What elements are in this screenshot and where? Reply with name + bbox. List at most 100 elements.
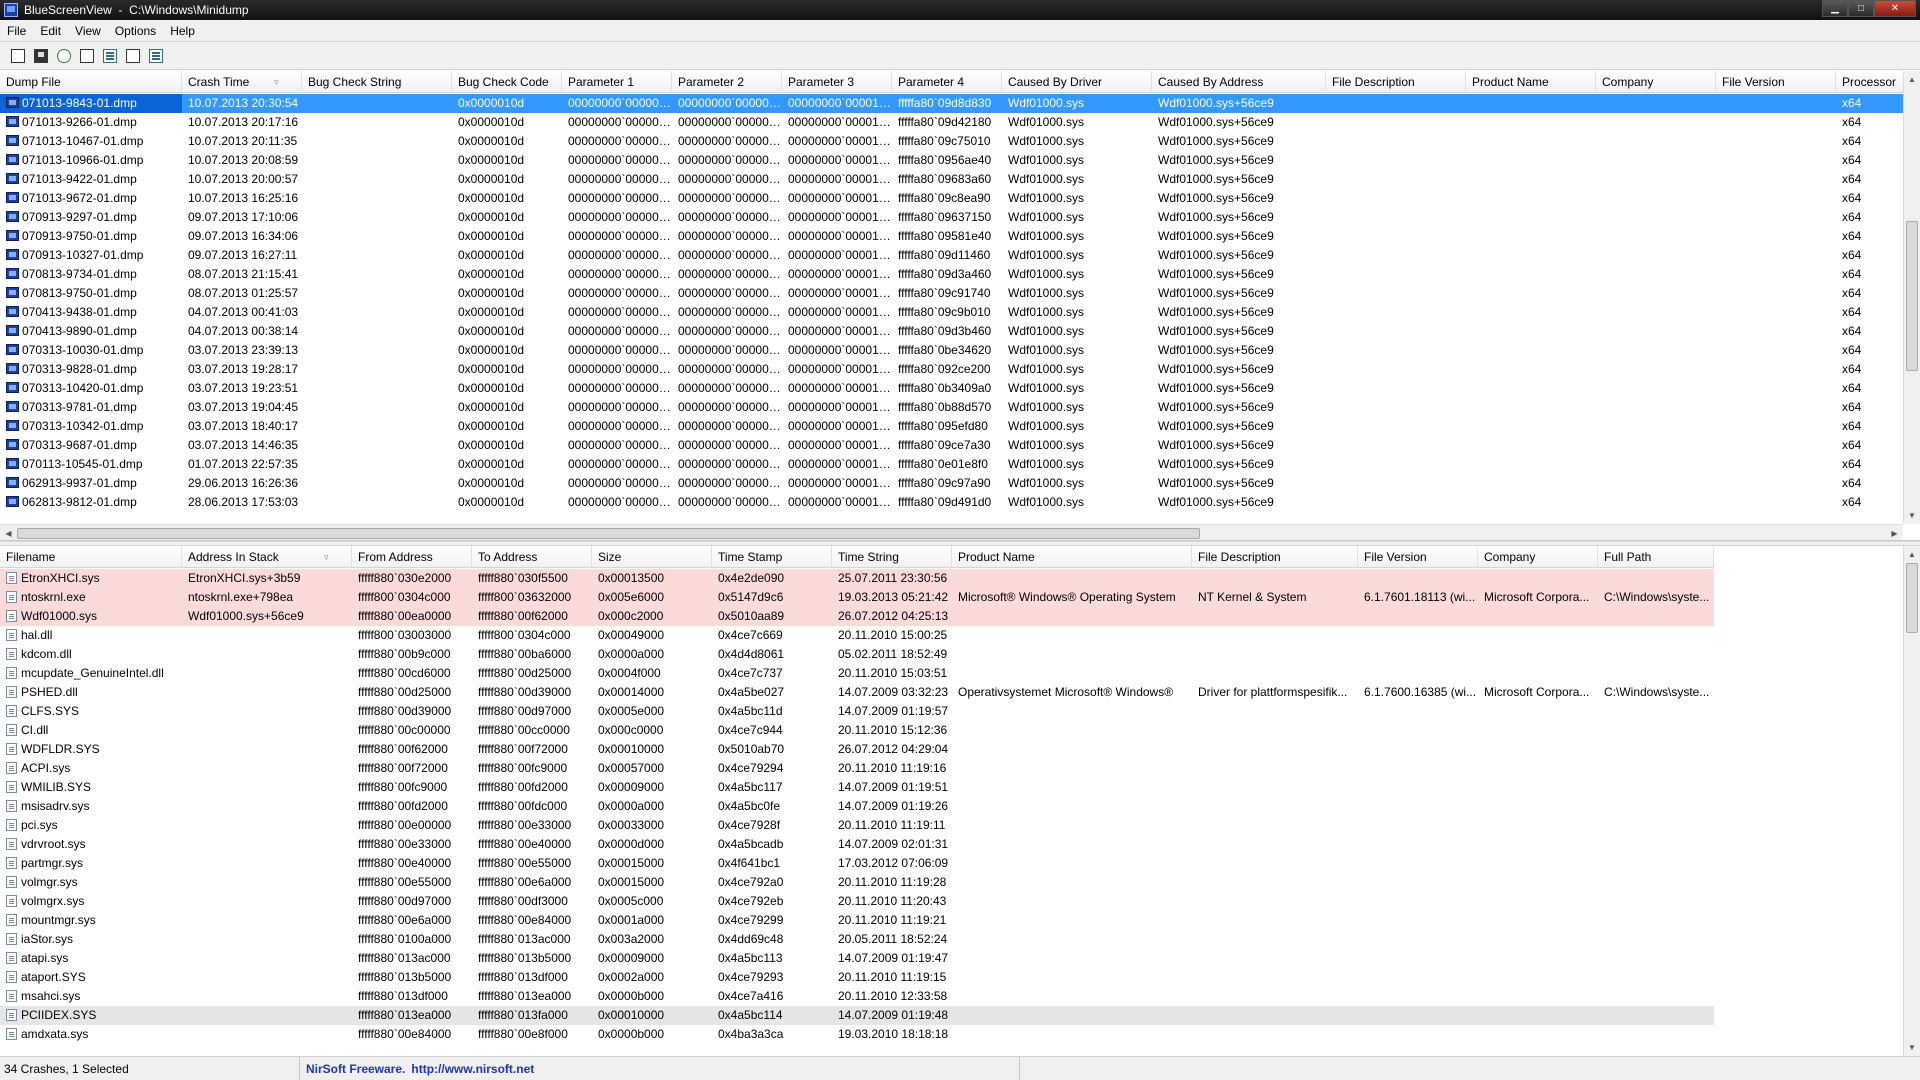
- nirsoft-url[interactable]: http://www.nirsoft.net: [411, 1062, 534, 1076]
- crash-row[interactable]: 071013-10966-01.dmp 10.07.2013 20:08:59 0x…: [0, 151, 1913, 170]
- module-row[interactable]: partmgr.sys fffff880`00e40000 fffff880`00e…: [0, 854, 1714, 873]
- maximize-button[interactable]: □: [1848, 0, 1874, 17]
- refresh-button[interactable]: [54, 46, 74, 66]
- column-header-caused-by-driver[interactable]: Caused By Driver: [1002, 71, 1152, 93]
- column-header-file-description[interactable]: File Description: [1326, 71, 1466, 93]
- properties-button[interactable]: [8, 46, 28, 66]
- column-header-processor[interactable]: Processor: [1836, 71, 1913, 93]
- column-header-product-name[interactable]: Product Name: [1466, 71, 1596, 93]
- scroll-right-icon[interactable]: ▶: [1886, 525, 1903, 540]
- scroll-up-icon[interactable]: ▲: [1904, 71, 1920, 88]
- scroll-down-icon[interactable]: ▼: [1904, 507, 1920, 524]
- copy-button[interactable]: [77, 46, 97, 66]
- column-header-time-stamp[interactable]: Time Stamp: [712, 546, 832, 568]
- column-header-dump-file[interactable]: Dump File: [0, 71, 182, 93]
- module-row[interactable]: volmgrx.sys fffff880`00d97000 fffff880`00d…: [0, 892, 1714, 911]
- crash-row[interactable]: 070413-9438-01.dmp 04.07.2013 00:41:03 0x0…: [0, 303, 1913, 322]
- column-header-bug-check-code[interactable]: Bug Check Code: [452, 71, 562, 93]
- menu-view[interactable]: View: [68, 20, 108, 42]
- crash-row[interactable]: 071013-9672-01.dmp 10.07.2013 16:25:16 0x0…: [0, 189, 1913, 208]
- column-header-parameter-2[interactable]: Parameter 2: [672, 71, 782, 93]
- module-row[interactable]: PCIIDEX.SYS fffff880`013ea000 fffff880`013…: [0, 1006, 1714, 1025]
- column-header-filename[interactable]: Filename: [0, 546, 182, 568]
- column-header-product-name[interactable]: Product Name: [952, 546, 1192, 568]
- module-row[interactable]: WMILIB.SYS fffff880`00fc9000 fffff880`00fd…: [0, 778, 1714, 797]
- module-row[interactable]: ataport.SYS fffff880`013b5000 fffff880`013…: [0, 968, 1714, 987]
- module-row[interactable]: Wdf01000.sys Wdf01000.sys+56ce9 fffff880`0…: [0, 607, 1714, 626]
- module-row[interactable]: pci.sys fffff880`00e00000 fffff880`00e3300…: [0, 816, 1714, 835]
- module-row[interactable]: iaStor.sys fffff880`0100a000 fffff880`013a…: [0, 930, 1714, 949]
- column-header-parameter-4[interactable]: Parameter 4: [892, 71, 1002, 93]
- crash-row[interactable]: 070413-9890-01.dmp 04.07.2013 00:38:14 0x0…: [0, 322, 1913, 341]
- scroll-left-icon[interactable]: ◀: [0, 525, 17, 540]
- module-row[interactable]: EtronXHCI.sys EtronXHCI.sys+3b59 fffff880`…: [0, 569, 1714, 588]
- module-row[interactable]: volmgr.sys fffff880`00e55000 fffff880`00e6…: [0, 873, 1714, 892]
- nirsoft-link[interactable]: NirSoft Freeware. http://www.nirsoft.net: [300, 1057, 1020, 1080]
- column-header-from-address[interactable]: From Address: [352, 546, 472, 568]
- menu-help[interactable]: Help: [163, 20, 202, 42]
- column-header-file-description[interactable]: File Description: [1192, 546, 1358, 568]
- module-row[interactable]: amdxata.sys fffff880`00e84000 fffff880`00e…: [0, 1025, 1714, 1044]
- column-header-company[interactable]: Company: [1478, 546, 1598, 568]
- module-row[interactable]: hal.dll fffff800`03003000 fffff800`0304c00…: [0, 626, 1714, 645]
- find-button[interactable]: [123, 46, 143, 66]
- crash-row[interactable]: 070313-9828-01.dmp 03.07.2013 19:28:17 0x0…: [0, 360, 1913, 379]
- crash-row[interactable]: 071013-10467-01.dmp 10.07.2013 20:11:35 0x…: [0, 132, 1913, 151]
- crash-row[interactable]: 070313-10030-01.dmp 03.07.2013 23:39:13 0x…: [0, 341, 1913, 360]
- crash-list-vscroll[interactable]: ▲ ▼: [1903, 71, 1920, 524]
- module-row[interactable]: CI.dll fffff880`00c00000 fffff880`00cc0000…: [0, 721, 1714, 740]
- menu-options[interactable]: Options: [108, 20, 163, 42]
- crash-row[interactable]: 062813-9812-01.dmp 28.06.2013 17:53:03 0x0…: [0, 493, 1913, 512]
- column-header-size[interactable]: Size: [592, 546, 712, 568]
- crash-row[interactable]: 070913-9750-01.dmp 09.07.2013 16:34:06 0x0…: [0, 227, 1913, 246]
- scroll-down-icon[interactable]: ▼: [1904, 1039, 1920, 1056]
- module-row[interactable]: atapi.sys fffff880`013ac000 fffff880`013b5…: [0, 949, 1714, 968]
- html-report-button[interactable]: [100, 46, 120, 66]
- column-header-parameter-3[interactable]: Parameter 3: [782, 71, 892, 93]
- crash-row[interactable]: 070913-10327-01.dmp 09.07.2013 16:27:11 0x…: [0, 246, 1913, 265]
- exit-button[interactable]: [146, 46, 166, 66]
- crash-list-hscroll[interactable]: ◀ ▶: [0, 524, 1903, 540]
- column-header-parameter-1[interactable]: Parameter 1: [562, 71, 672, 93]
- crash-row[interactable]: 071013-9843-01.dmp 10.07.2013 20:30:54 0x0…: [0, 94, 1913, 113]
- save-button[interactable]: [31, 46, 51, 66]
- crash-row[interactable]: 070913-9297-01.dmp 09.07.2013 17:10:06 0x0…: [0, 208, 1913, 227]
- module-row[interactable]: msisadrv.sys fffff880`00fd2000 fffff880`00…: [0, 797, 1714, 816]
- crash-row[interactable]: 070813-9734-01.dmp 08.07.2013 21:15:41 0x0…: [0, 265, 1913, 284]
- crash-row[interactable]: 070813-9750-01.dmp 08.07.2013 01:25:57 0x0…: [0, 284, 1913, 303]
- module-row[interactable]: PSHED.dll fffff880`00d25000 fffff880`00d39…: [0, 683, 1714, 702]
- module-row[interactable]: ntoskrnl.exe ntoskrnl.exe+798ea fffff800`0…: [0, 588, 1714, 607]
- crash-row[interactable]: 071013-9422-01.dmp 10.07.2013 20:00:57 0x0…: [0, 170, 1913, 189]
- menu-file[interactable]: File: [0, 20, 33, 42]
- column-header-full-path[interactable]: Full Path: [1598, 546, 1714, 568]
- column-header-caused-by-address[interactable]: Caused By Address: [1152, 71, 1326, 93]
- crash-row[interactable]: 070313-10342-01.dmp 03.07.2013 18:40:17 0x…: [0, 417, 1913, 436]
- crash-row[interactable]: 070113-10545-01.dmp 01.07.2013 22:57:35 0x…: [0, 455, 1913, 474]
- crash-row[interactable]: 062913-9937-01.dmp 29.06.2013 16:26:36 0x0…: [0, 474, 1913, 493]
- column-header-file-version[interactable]: File Version: [1716, 71, 1836, 93]
- column-header-crash-time[interactable]: Crash Time ▿: [182, 71, 302, 93]
- crash-row[interactable]: 070313-9781-01.dmp 03.07.2013 19:04:45 0x0…: [0, 398, 1913, 417]
- column-header-file-version[interactable]: File Version: [1358, 546, 1478, 568]
- module-list-vscroll-thumb[interactable]: [1906, 563, 1918, 633]
- module-list-vscroll[interactable]: ▲ ▼: [1903, 546, 1920, 1056]
- module-row[interactable]: mcupdate_GenuineIntel.dll fffff880`00cd60…: [0, 664, 1714, 683]
- crash-list-hscroll-thumb[interactable]: [17, 528, 1200, 539]
- module-row[interactable]: kdcom.dll fffff880`00b9c000 fffff880`00ba6…: [0, 645, 1714, 664]
- module-row[interactable]: vdrvroot.sys fffff880`00e33000 fffff880`00…: [0, 835, 1714, 854]
- crash-row[interactable]: 070313-9687-01.dmp 03.07.2013 14:46:35 0x0…: [0, 436, 1913, 455]
- module-row[interactable]: WDFLDR.SYS fffff880`00f62000 fffff880`00f7…: [0, 740, 1714, 759]
- column-header-time-string[interactable]: Time String: [832, 546, 952, 568]
- minimize-button[interactable]: ▁: [1822, 0, 1848, 17]
- module-row[interactable]: mountmgr.sys fffff880`00e6a000 fffff880`00…: [0, 911, 1714, 930]
- module-row[interactable]: CLFS.SYS fffff880`00d39000 fffff880`00d970…: [0, 702, 1714, 721]
- column-header-bug-check-string[interactable]: Bug Check String: [302, 71, 452, 93]
- close-button[interactable]: ✕: [1874, 0, 1916, 17]
- crash-row[interactable]: 071013-9266-01.dmp 10.07.2013 20:17:16 0x0…: [0, 113, 1913, 132]
- column-header-to-address[interactable]: To Address: [472, 546, 592, 568]
- module-row[interactable]: ACPI.sys fffff880`00f72000 fffff880`00fc90…: [0, 759, 1714, 778]
- module-row[interactable]: msahci.sys fffff880`013df000 fffff880`013e…: [0, 987, 1714, 1006]
- scroll-up-icon[interactable]: ▲: [1904, 546, 1920, 563]
- crash-list-vscroll-thumb[interactable]: [1906, 221, 1918, 371]
- column-header-company[interactable]: Company: [1596, 71, 1716, 93]
